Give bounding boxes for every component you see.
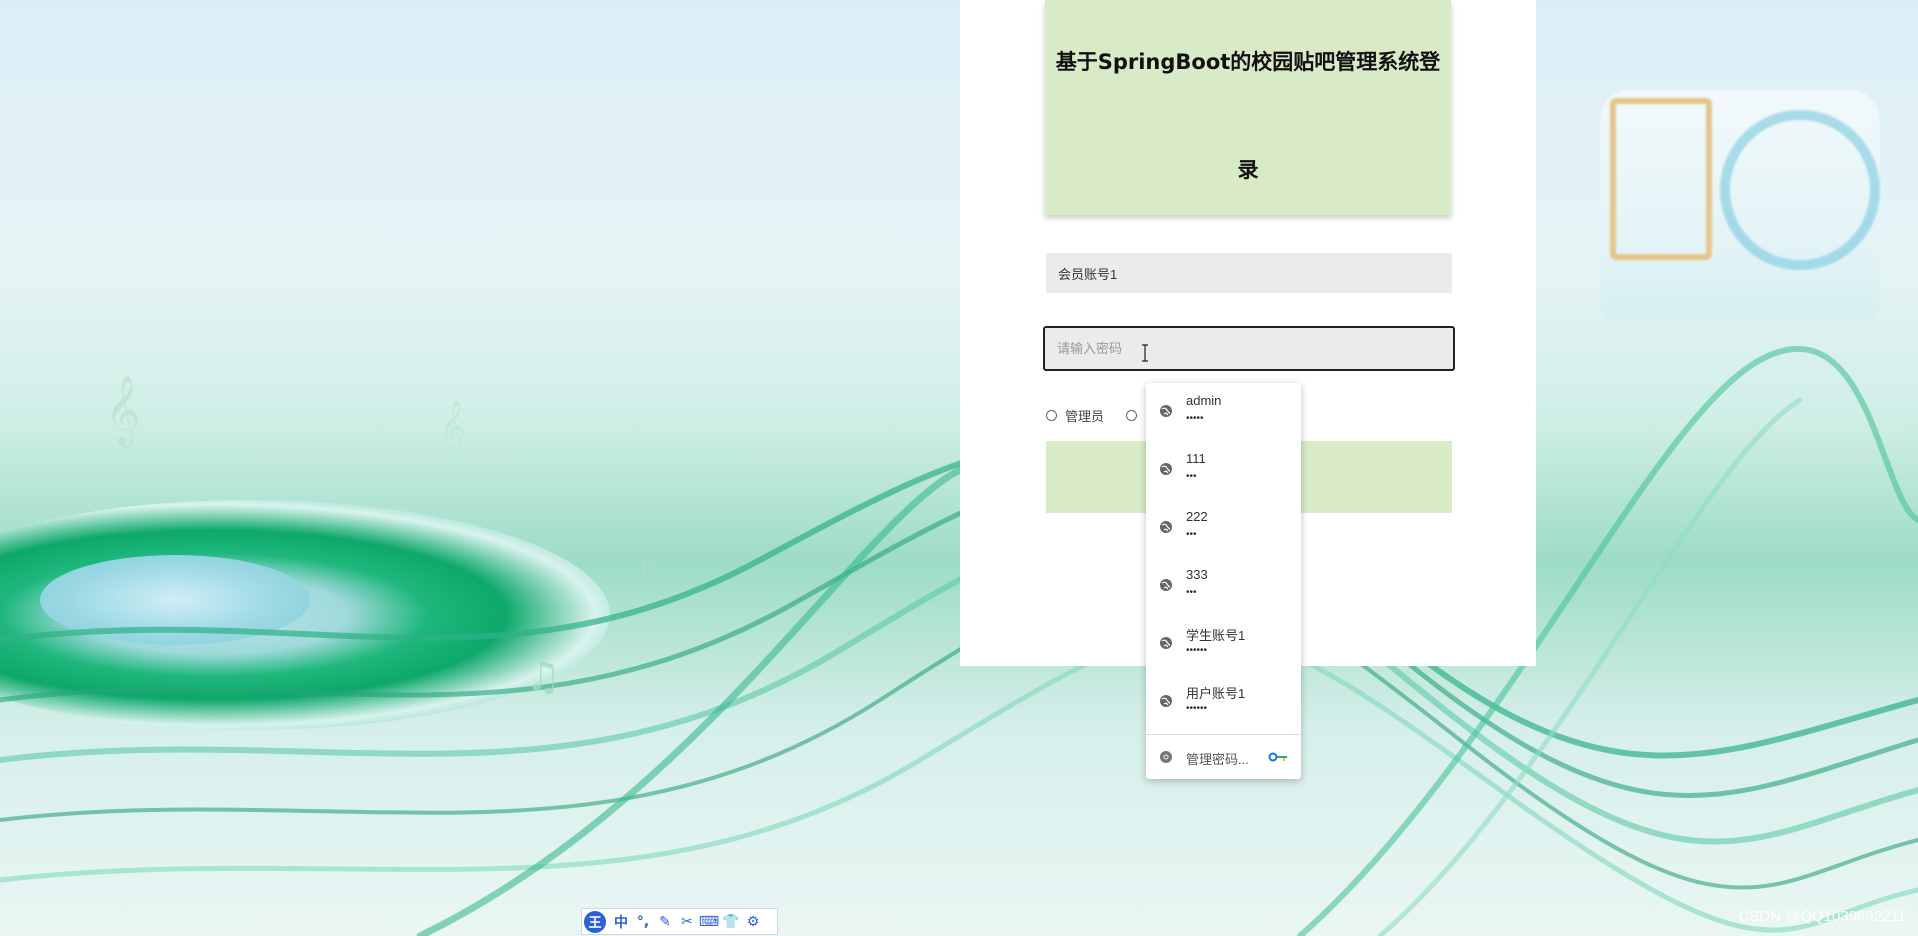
autofill-account-name: 用户账号1 (1186, 686, 1246, 701)
autofill-account-name: admin (1186, 393, 1222, 408)
role-radio-member[interactable] (1126, 410, 1138, 421)
keyboard-icon[interactable]: ⌨ (698, 911, 720, 933)
role-radio-admin[interactable] (1046, 410, 1057, 421)
shirt-icon[interactable]: 👕 (720, 911, 742, 933)
globe-icon (1160, 579, 1172, 591)
ime-mode-toggle[interactable]: 中 (610, 911, 632, 933)
autofill-masked-password: •••••• (1186, 645, 1208, 656)
punctuation-icon[interactable]: °, (632, 911, 654, 933)
autofill-account-name: 222 (1186, 509, 1208, 524)
ime-logo[interactable]: 王 (584, 910, 606, 933)
chrome-icon (1160, 751, 1172, 763)
globe-icon (1160, 521, 1172, 533)
autofill-account-item[interactable]: admin ••••• (1146, 383, 1301, 441)
pen-icon[interactable]: ✎ (654, 911, 676, 933)
login-title-banner: 基于SpringBoot的校园贴吧管理系统登录 (1045, 0, 1451, 215)
autofill-account-item[interactable]: 111 ••• (1146, 441, 1301, 499)
autofill-account-item[interactable]: 333 ••• (1146, 557, 1301, 615)
globe-icon (1160, 695, 1172, 707)
globe-icon (1160, 463, 1172, 475)
manage-passwords-item[interactable]: 管理密码... (1146, 735, 1301, 779)
username-field[interactable] (1046, 253, 1452, 293)
svg-text:𝄞: 𝄞 (105, 375, 140, 447)
gear-icon[interactable]: ⚙ (742, 911, 764, 933)
background-waves: 𝄞 𝄞 ♪ ♫ (0, 346, 1918, 936)
password-autofill-popup: admin ••••• 111 ••• 222 ••• 333 ••• 学生账号… (1146, 383, 1301, 779)
watermark: CSDN @QQ1039692211 (1738, 908, 1906, 925)
autofill-masked-password: ••• (1186, 471, 1197, 482)
role-label-admin: 管理员 (1065, 409, 1105, 424)
globe-icon (1160, 405, 1172, 417)
scissors-icon[interactable]: ✂ (676, 911, 698, 933)
autofill-account-item[interactable]: 222 ••• (1146, 499, 1301, 557)
autofill-account-name: 学生账号1 (1186, 628, 1246, 643)
autofill-account-item[interactable]: 学生账号1 •••••• (1146, 615, 1301, 673)
autofill-masked-password: ••••• (1186, 413, 1204, 424)
svg-text:𝄞: 𝄞 (440, 400, 466, 453)
autofill-masked-password: ••• (1186, 529, 1197, 540)
manage-passwords-label: 管理密码... (1186, 752, 1249, 767)
autofill-account-name: 111 (1186, 451, 1206, 466)
key-icon (1268, 752, 1287, 762)
autofill-masked-password: ••• (1186, 587, 1197, 598)
password-field[interactable] (1043, 326, 1455, 371)
autofill-masked-password: •••••• (1186, 703, 1208, 714)
autofill-account-item[interactable]: 用户账号1 •••••• (1146, 673, 1301, 731)
role-selector: 管理员 (1046, 406, 1145, 425)
page-title: 基于SpringBoot的校园贴吧管理系统登录 (1055, 50, 1441, 182)
autofill-account-name: 333 (1186, 567, 1208, 582)
text-cursor-icon (1142, 344, 1148, 362)
svg-text:♪: ♪ (630, 550, 658, 601)
svg-text:♫: ♫ (525, 654, 561, 700)
ime-toolbar: 王 中 °, ✎ ✂ ⌨ 👕 ⚙ (581, 908, 778, 935)
background-scene: 𝄞 𝄞 ♪ ♫ (0, 0, 1918, 936)
globe-icon (1160, 637, 1172, 649)
